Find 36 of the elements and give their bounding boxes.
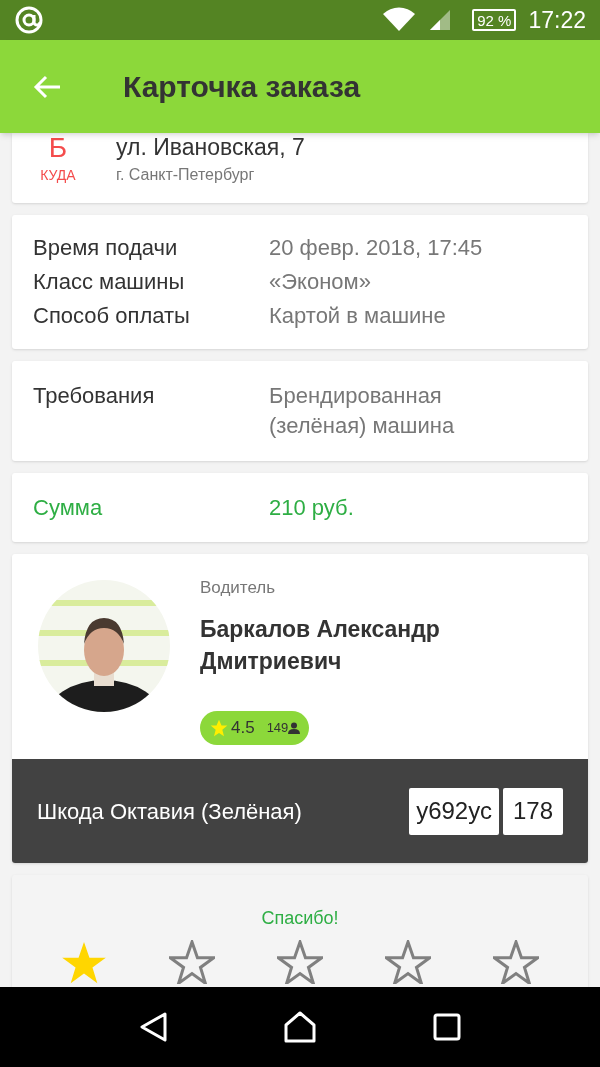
clock-time: 17:22 <box>528 5 586 35</box>
star-icon[interactable] <box>277 940 323 984</box>
address-text: ул. Ивановская, 7 <box>116 133 305 161</box>
signal-icon <box>428 8 453 32</box>
total-value: 210 руб. <box>269 494 354 522</box>
screen-title: Карточка заказа <box>123 69 361 105</box>
driver-role: Водитель <box>200 577 277 599</box>
star-icon[interactable] <box>61 940 107 984</box>
detail-label: Время подачи <box>33 234 179 262</box>
plate-region: 178 <box>502 787 563 835</box>
point-letter: Б <box>48 133 68 163</box>
total-label: Сумма <box>33 494 104 522</box>
recent-apps-icon[interactable] <box>432 1012 463 1042</box>
star-icon[interactable] <box>493 940 539 984</box>
person-icon <box>288 721 301 734</box>
requirements-value: Брендированная (зелёная) машина <box>269 382 456 440</box>
detail-label: Класс машины <box>33 268 186 296</box>
driver-name: Баркалов Александр Дмитриевич <box>200 614 441 676</box>
point-label: КУДА <box>40 166 76 185</box>
wifi-icon <box>382 7 417 33</box>
car-model: Шкода Октавия (Зелёная) <box>37 797 303 826</box>
star-icon[interactable] <box>385 940 431 984</box>
home-icon[interactable] <box>283 1010 317 1044</box>
at-sign-icon <box>14 5 44 35</box>
requirements-label: Требования <box>33 382 156 410</box>
battery-icon: 92 % <box>472 9 517 31</box>
detail-value: Картой в машине <box>269 302 446 330</box>
rating-value: 4.5 <box>231 716 255 739</box>
detail-label: Способ оплаты <box>33 302 191 330</box>
license-plate: у692ус <box>409 787 499 835</box>
detail-value: «Эконом» <box>269 268 371 296</box>
review-count: 149 <box>266 718 289 737</box>
city-text: г. Санкт-Петербург <box>116 165 256 185</box>
detail-value: 20 февр. 2018, 17:45 <box>269 234 483 262</box>
star-icon[interactable] <box>169 940 215 984</box>
thanks-message: Спасибо! <box>261 907 339 930</box>
